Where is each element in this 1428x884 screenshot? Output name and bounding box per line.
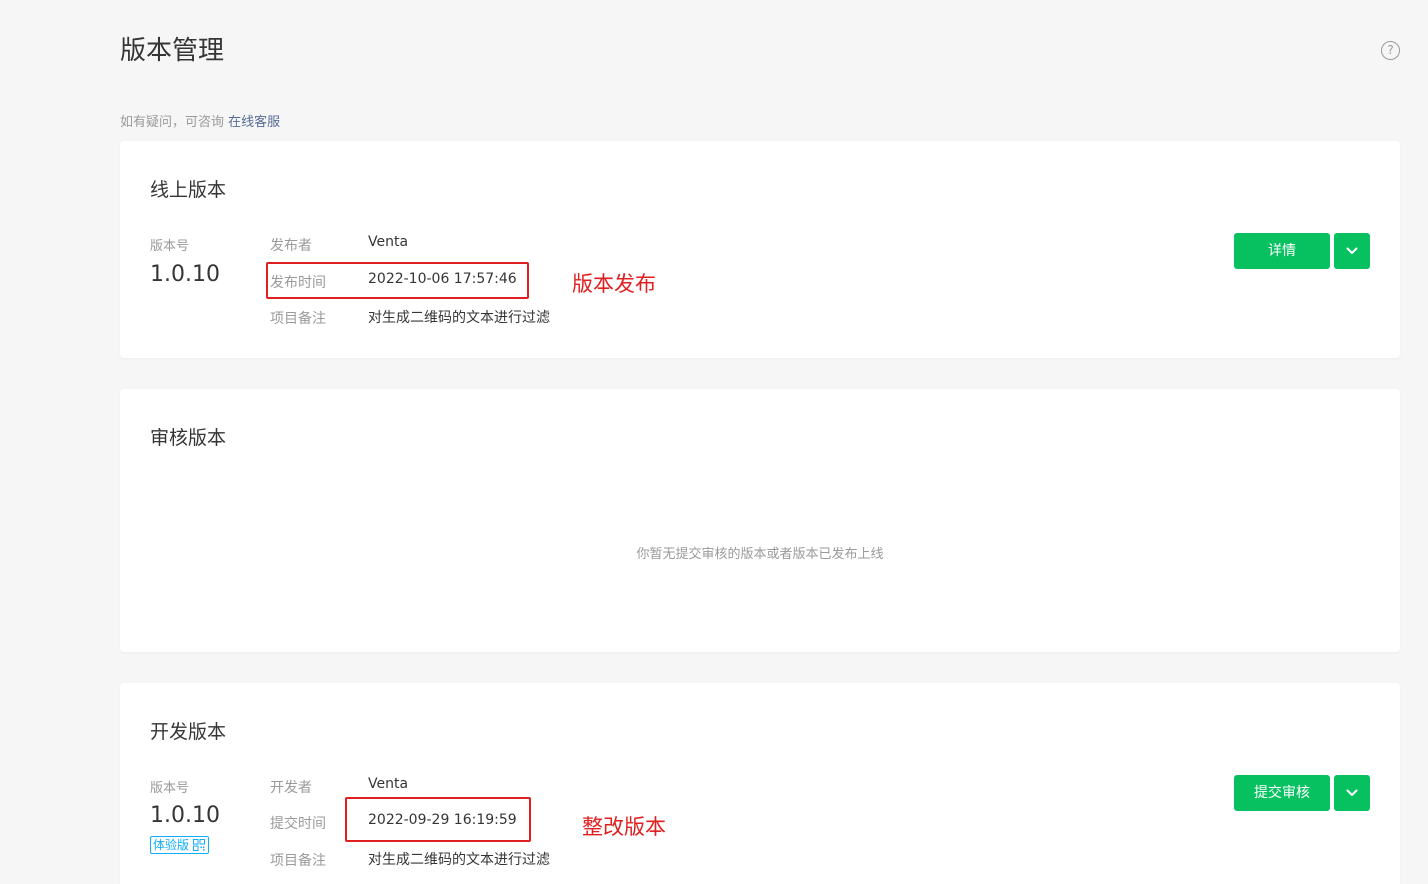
qrcode-icon xyxy=(193,839,206,851)
note-value: 对生成二维码的文本进行过滤 xyxy=(368,310,550,326)
version-number: 1.0.10 xyxy=(150,803,220,828)
support-hint: 如有疑问，可咨询 在线客服 xyxy=(120,111,280,130)
empty-state-text: 你暂无提交审核的版本或者版本已发布上线 xyxy=(636,547,884,562)
dev-version-card: 开发版本 版本号 1.0.10 体验版 开发者 Venta 提交时间 2022-… xyxy=(120,683,1400,884)
chevron-down-icon xyxy=(1346,789,1358,796)
trial-version-badge[interactable]: 体验版 xyxy=(150,836,210,854)
annotation-box xyxy=(345,797,531,842)
more-actions-button[interactable] xyxy=(1334,233,1370,269)
page-title: 版本管理 xyxy=(120,36,225,66)
developer-value: Venta xyxy=(368,776,409,792)
version-number-label: 版本号 xyxy=(150,781,190,796)
online-support-link[interactable]: 在线客服 xyxy=(228,115,280,130)
help-icon[interactable]: ? xyxy=(1381,41,1400,60)
review-version-title: 审核版本 xyxy=(150,427,227,449)
publisher-value: Venta xyxy=(368,234,409,250)
version-number-label: 版本号 xyxy=(150,239,190,254)
review-version-card: 审核版本 你暂无提交审核的版本或者版本已发布上线 xyxy=(120,389,1400,652)
annotation-label: 版本发布 xyxy=(572,272,656,296)
note-label: 项目备注 xyxy=(270,853,326,869)
dev-version-title: 开发版本 xyxy=(150,721,227,743)
chevron-down-icon xyxy=(1346,247,1358,254)
support-hint-text: 如有疑问，可咨询 xyxy=(120,115,225,130)
annotation-box xyxy=(266,262,529,299)
online-version-title: 线上版本 xyxy=(150,179,227,201)
more-actions-button[interactable] xyxy=(1334,775,1370,811)
developer-label: 开发者 xyxy=(270,780,312,796)
note-value: 对生成二维码的文本进行过滤 xyxy=(368,852,550,868)
online-version-card: 线上版本 版本号 1.0.10 发布者 Venta 发布时间 2022-10-0… xyxy=(120,141,1400,358)
submit-time-label: 提交时间 xyxy=(270,816,326,832)
detail-button[interactable]: 详情 xyxy=(1234,233,1330,269)
trial-version-label: 体验版 xyxy=(153,838,190,852)
annotation-label: 整改版本 xyxy=(582,815,666,839)
note-label: 项目备注 xyxy=(270,311,326,327)
publisher-label: 发布者 xyxy=(270,238,312,254)
version-number: 1.0.10 xyxy=(150,262,220,287)
submit-review-button[interactable]: 提交审核 xyxy=(1234,775,1330,811)
